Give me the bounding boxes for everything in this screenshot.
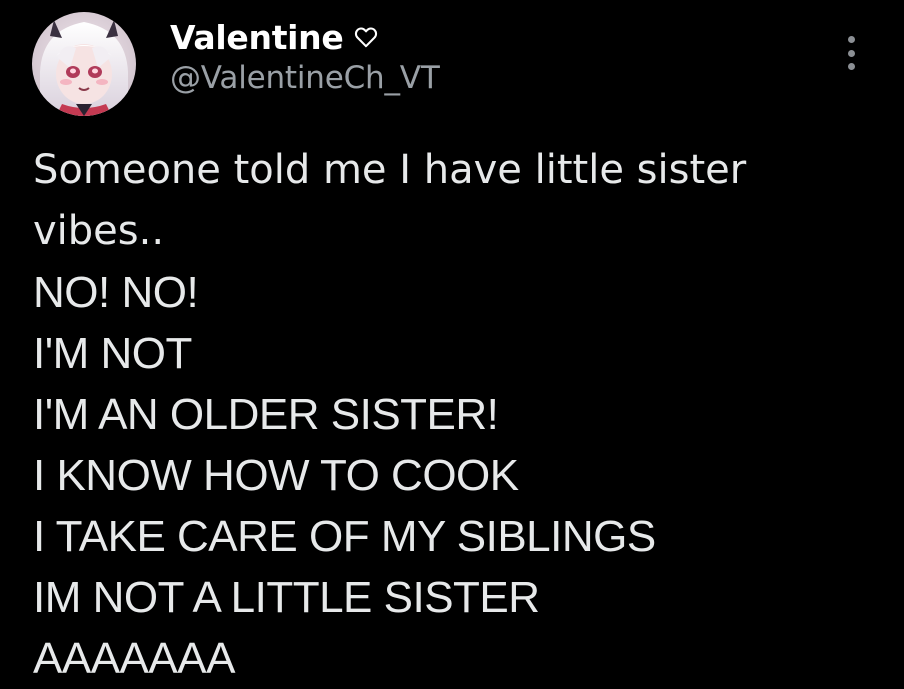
avatar-image (32, 12, 136, 116)
heart-outline-icon (353, 24, 379, 50)
author-handle[interactable]: @ValentineCh_VT (170, 60, 440, 96)
tweet-line: I'M NOT (33, 329, 192, 378)
tweet-line: I KNOW HOW TO COOK (33, 451, 519, 500)
tweet-line: I'M AN OLDER SISTER! (33, 390, 499, 439)
tweet: Valentine @ValentineCh_VT Someone told m… (0, 0, 904, 689)
more-options-button[interactable] (838, 36, 864, 70)
display-name-link[interactable]: Valentine (170, 14, 440, 60)
tweet-text: Someone told me I have little sister vib… (33, 140, 853, 689)
avatar[interactable] (32, 12, 136, 116)
more-vertical-icon-dot (847, 63, 855, 70)
tweet-line: Someone told me I have little sister (33, 147, 747, 193)
tweet-line: AAAAAAA (33, 634, 235, 683)
tweet-header: Valentine @ValentineCh_VT (170, 14, 440, 97)
tweet-line: vibes.. (33, 208, 165, 254)
tweet-line: NO! NO! (33, 268, 199, 317)
display-name: Valentine (170, 17, 344, 57)
tweet-line: IM NOT A LITTLE SISTER (33, 573, 540, 622)
tweet-line: I TAKE CARE OF MY SIBLINGS (33, 512, 656, 561)
more-vertical-icon-dot (847, 36, 855, 43)
more-vertical-icon-dot (847, 49, 855, 57)
